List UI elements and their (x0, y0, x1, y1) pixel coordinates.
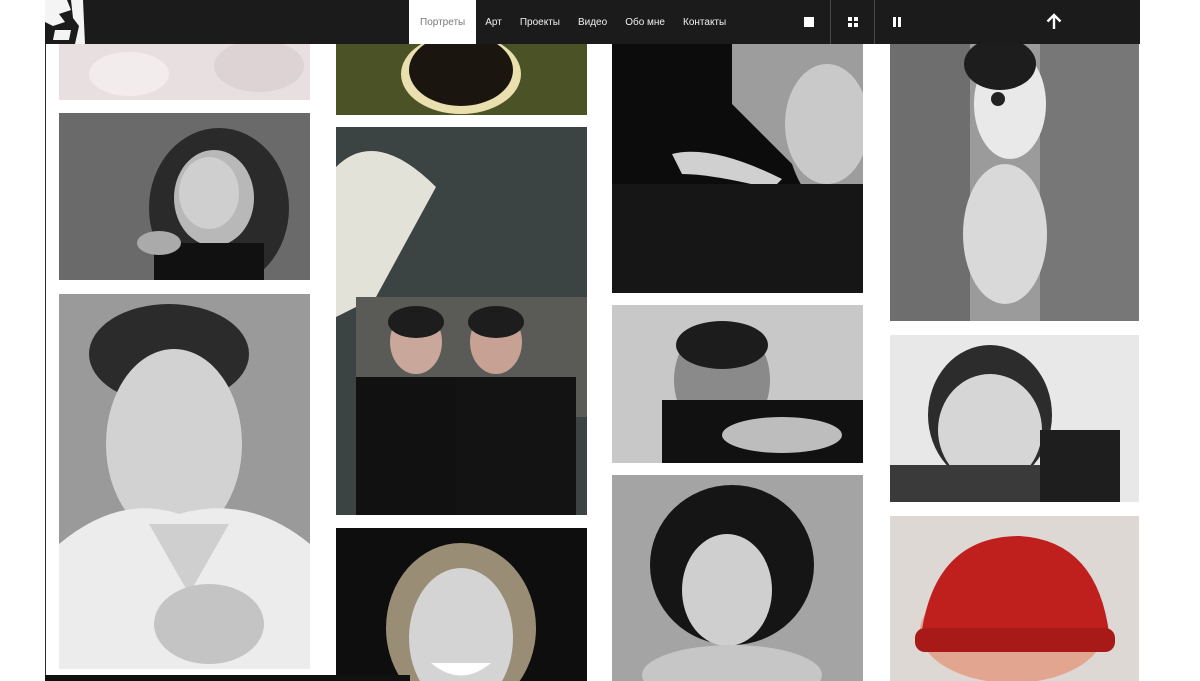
single-view-icon (803, 17, 814, 27)
nav-item-art[interactable]: Арт (476, 0, 511, 44)
gallery-photo[interactable] (612, 305, 863, 463)
gallery-photo[interactable] (890, 335, 1139, 502)
single-view-button[interactable] (787, 0, 830, 44)
view-toolbar (787, 0, 918, 44)
grid-view-icon (847, 17, 858, 27)
gallery-photo[interactable] (59, 44, 310, 100)
browser-status-bar (45, 675, 410, 681)
nav-item-portraits[interactable]: Портреты (409, 0, 477, 44)
gallery-photo[interactable] (59, 294, 310, 669)
pause-button[interactable] (874, 0, 918, 44)
page-left-border (45, 0, 46, 681)
scroll-to-top-button[interactable] (1035, 0, 1073, 44)
gallery-photo[interactable] (612, 475, 863, 681)
main-menu: Портреты Арт Проекты Видео Обо мне Конта… (409, 0, 735, 44)
gallery-photo[interactable] (612, 44, 863, 293)
nav-item-contacts[interactable]: Контакты (674, 0, 735, 44)
top-navigation-bar: Портреты Арт Проекты Видео Обо мне Конта… (45, 0, 1140, 44)
grid-view-button[interactable] (830, 0, 874, 44)
gallery-photo[interactable] (890, 44, 1139, 321)
site-logo[interactable] (45, 0, 85, 44)
arrow-up-icon (1046, 13, 1062, 29)
gallery-photo[interactable] (336, 528, 587, 681)
nav-item-about[interactable]: Обо мне (616, 0, 674, 44)
gallery-photo[interactable] (336, 127, 587, 515)
gallery-photo[interactable] (336, 44, 587, 115)
gallery-photo[interactable] (890, 516, 1139, 681)
nav-item-projects[interactable]: Проекты (511, 0, 569, 44)
gallery-photo[interactable] (59, 113, 310, 280)
nav-item-video[interactable]: Видео (569, 0, 616, 44)
pause-icon (892, 17, 901, 27)
